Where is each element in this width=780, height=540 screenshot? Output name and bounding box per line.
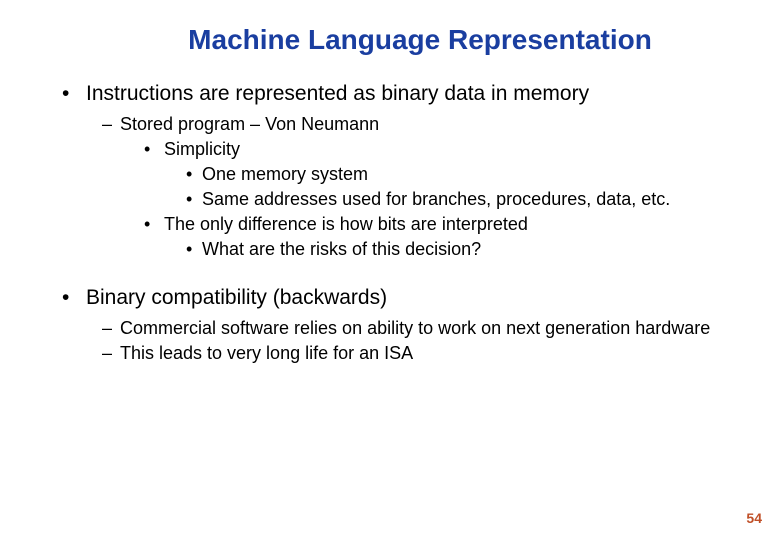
bullet-marker: •: [144, 214, 164, 235]
bullet-marker: •: [186, 189, 202, 210]
bullet-text: Same addresses used for branches, proced…: [202, 189, 670, 210]
bullet-text: The only difference is how bits are inte…: [164, 214, 528, 235]
bullet-level3: • The only difference is how bits are in…: [144, 214, 740, 235]
bullet-text: Binary compatibility (backwards): [86, 286, 387, 310]
bullet-text: What are the risks of this decision?: [202, 239, 481, 260]
page-number: 54: [746, 510, 762, 526]
bullet-level4: • Same addresses used for branches, proc…: [186, 189, 740, 210]
bullet-level4: • What are the risks of this decision?: [186, 239, 740, 260]
bullet-text: Commercial software relies on ability to…: [120, 318, 710, 339]
bullet-marker: •: [62, 286, 86, 310]
bullet-marker: –: [102, 343, 120, 364]
bullet-level2: – Commercial software relies on ability …: [102, 318, 740, 339]
bullet-marker: •: [144, 139, 164, 160]
bullet-marker: •: [186, 164, 202, 185]
bullet-level4: • One memory system: [186, 164, 740, 185]
bullet-level1: • Binary compatibility (backwards): [62, 286, 740, 310]
bullet-level3: • Simplicity: [144, 139, 740, 160]
bullet-level2: – Stored program – Von Neumann: [102, 114, 740, 135]
bullet-level1: • Instructions are represented as binary…: [62, 82, 740, 106]
bullet-text: One memory system: [202, 164, 368, 185]
bullet-marker: •: [186, 239, 202, 260]
bullet-marker: •: [62, 82, 86, 106]
bullet-level2: – This leads to very long life for an IS…: [102, 343, 740, 364]
bullet-text: Stored program – Von Neumann: [120, 114, 379, 135]
bullet-text: Instructions are represented as binary d…: [86, 82, 589, 106]
bullet-marker: –: [102, 318, 120, 339]
slide-content: • Instructions are represented as binary…: [0, 82, 780, 364]
bullet-text: Simplicity: [164, 139, 240, 160]
bullet-marker: –: [102, 114, 120, 135]
bullet-text: This leads to very long life for an ISA: [120, 343, 413, 364]
slide-title: Machine Language Representation: [0, 24, 780, 56]
